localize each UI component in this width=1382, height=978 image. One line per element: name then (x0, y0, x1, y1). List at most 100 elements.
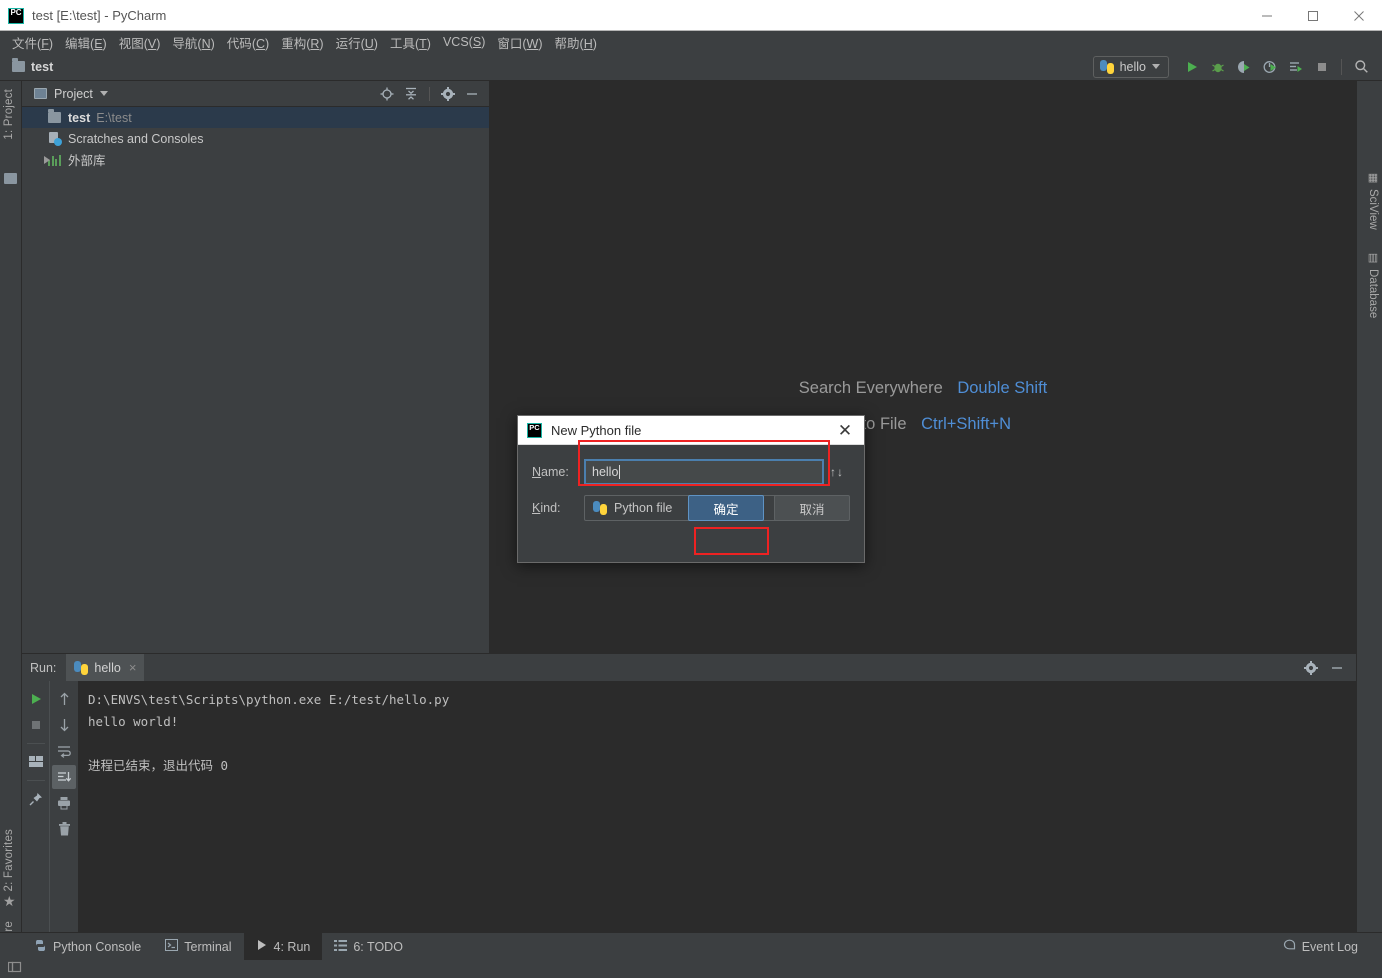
pycharm-window: test [E:\test] - PyCharm 文件(F) 编辑(E) 视图(… (0, 0, 1382, 978)
pin-icon[interactable] (24, 787, 48, 811)
menu-view[interactable]: 视图(V) (113, 31, 167, 54)
hint-key-label: Double Shift (957, 379, 1048, 397)
file-name-input[interactable]: hello (584, 459, 824, 485)
ok-button[interactable]: 确定 (688, 495, 764, 521)
project-panel-actions (376, 83, 483, 105)
up-arrow-icon[interactable] (52, 687, 76, 711)
status-python-console-label: Python Console (53, 939, 142, 954)
gear-icon[interactable] (437, 83, 459, 105)
sort-toggle-icon[interactable]: ↑↓ (824, 465, 850, 479)
project-folder-icon (4, 173, 17, 184)
menu-vcs-mnemonic: S (472, 35, 482, 49)
file-kind-value: Python file (614, 501, 673, 515)
menu-window-label: 窗口 (497, 36, 523, 51)
close-icon[interactable]: × (129, 660, 137, 675)
print-icon[interactable] (52, 791, 76, 815)
run-button[interactable] (1179, 55, 1205, 79)
cancel-button[interactable]: 取消 (774, 495, 850, 521)
run-window-actions (1300, 657, 1356, 679)
down-arrow-icon[interactable] (52, 713, 76, 737)
run-configuration-selector[interactable]: hello (1092, 55, 1169, 78)
windows-overlap-icon (7, 960, 22, 978)
status-todo-label: 6: TODO (353, 939, 403, 954)
menu-tools-label: 工具 (389, 36, 415, 51)
debug-button[interactable] (1205, 55, 1231, 79)
python-console-icon (34, 939, 47, 955)
status-todo[interactable]: 6: TODO (322, 933, 415, 961)
sidebar-tab-database[interactable]: ▥ Database (1367, 251, 1379, 318)
status-python-console[interactable]: Python Console (22, 933, 153, 961)
folder-icon (48, 109, 61, 123)
close-button[interactable] (1336, 0, 1382, 31)
menu-help[interactable]: 帮助(H) (549, 31, 603, 54)
scroll-to-end-icon[interactable] (52, 765, 76, 789)
menu-code[interactable]: 代码(C) (221, 31, 275, 54)
chevron-down-icon[interactable] (99, 91, 108, 96)
profile-button[interactable] (1257, 55, 1283, 79)
tree-item-external-libraries[interactable]: 外部库 (22, 149, 489, 170)
status-event-log-label: Event Log (1301, 939, 1358, 954)
menu-window[interactable]: 窗口(W) (491, 31, 548, 54)
minimize-icon[interactable] (461, 83, 483, 105)
folder-icon (12, 58, 25, 72)
tree-item-scratches[interactable]: Scratches and Consoles (22, 128, 489, 149)
tree-item-test-label: test (68, 110, 91, 125)
status-run[interactable]: 4: Run (243, 932, 323, 961)
run-console-output[interactable]: D:\ENVS\test\Scripts\python.exe E:/test/… (78, 681, 1356, 933)
chevron-right-icon[interactable] (44, 155, 50, 164)
collapse-all-icon[interactable] (400, 83, 422, 105)
status-event-log[interactable]: Event Log (1271, 933, 1370, 961)
menu-refactor-mnemonic: R (310, 36, 320, 51)
run-tab-label: hello (94, 660, 121, 675)
todo-icon (334, 939, 348, 954)
run-coverage-button[interactable] (1231, 55, 1257, 79)
bottom-bar (0, 960, 1382, 978)
editor-area[interactable]: Search Everywhere Double Shift Go to Fil… (490, 81, 1356, 653)
trash-icon[interactable] (52, 817, 76, 841)
stop-button[interactable] (1309, 55, 1335, 79)
project-window-icon (34, 88, 47, 99)
project-tree: test E:\test Scratches and Consoles 外部库 (22, 107, 489, 170)
menu-refactor[interactable]: 重构(R) (275, 31, 329, 54)
console-line: D:\ENVS\test\Scripts\python.exe E:/test/… (88, 692, 450, 707)
locate-icon[interactable] (376, 83, 398, 105)
sidebar-tab-sciview[interactable]: ▦ SciView (1367, 171, 1379, 230)
run-with-console-button[interactable] (1283, 55, 1309, 79)
run-tab-hello[interactable]: hello × (66, 654, 145, 681)
window-controls (1244, 0, 1382, 31)
search-icon[interactable] (1348, 55, 1374, 79)
tree-item-test[interactable]: test E:\test (22, 107, 489, 128)
breadcrumb[interactable]: test (12, 58, 53, 74)
menu-navigate[interactable]: 导航(N) (166, 31, 220, 54)
menu-file-mnemonic: F (41, 36, 49, 51)
dialog-title: New Python file (551, 422, 642, 438)
window-title: test [E:\test] - PyCharm (32, 8, 167, 23)
name-label-mnemonic: N (532, 465, 542, 479)
project-panel-title: Project (54, 86, 93, 101)
kind-label-mnemonic: K (532, 501, 541, 515)
sidebar-tab-project[interactable]: 1: Project (3, 89, 15, 140)
rerun-icon[interactable] (24, 687, 48, 711)
sidebar-tab-favorites[interactable]: 2: Favorites (3, 829, 15, 891)
menu-help-mnemonic: H (583, 36, 593, 51)
menu-vcs[interactable]: VCS(S) (437, 33, 491, 51)
menu-file[interactable]: 文件(F) (6, 31, 59, 54)
soft-wrap-icon[interactable] (52, 739, 76, 763)
minimize-button[interactable] (1244, 0, 1290, 31)
menu-tools[interactable]: 工具(T) (384, 31, 437, 54)
status-terminal[interactable]: Terminal (153, 933, 243, 961)
maximize-button[interactable] (1290, 0, 1336, 31)
sidebar-tab-sciview-label: SciView (1367, 189, 1379, 230)
dialog-buttons: 确定 取消 (688, 495, 850, 521)
dialog-close-button[interactable]: ✕ (832, 422, 858, 439)
menu-code-mnemonic: C (255, 36, 266, 51)
menu-run[interactable]: 运行(U) (330, 31, 384, 54)
dialog-name-row: Name: hello ↑↓ (532, 459, 850, 485)
run-window-header: Run: hello × (22, 654, 1356, 681)
stop-icon[interactable] (24, 713, 48, 737)
gear-icon[interactable] (1300, 657, 1322, 679)
menu-edit[interactable]: 编辑(E) (59, 31, 113, 54)
minimize-icon[interactable] (1326, 657, 1348, 679)
run-actions-right (50, 681, 78, 933)
layout-icon[interactable] (24, 750, 48, 774)
